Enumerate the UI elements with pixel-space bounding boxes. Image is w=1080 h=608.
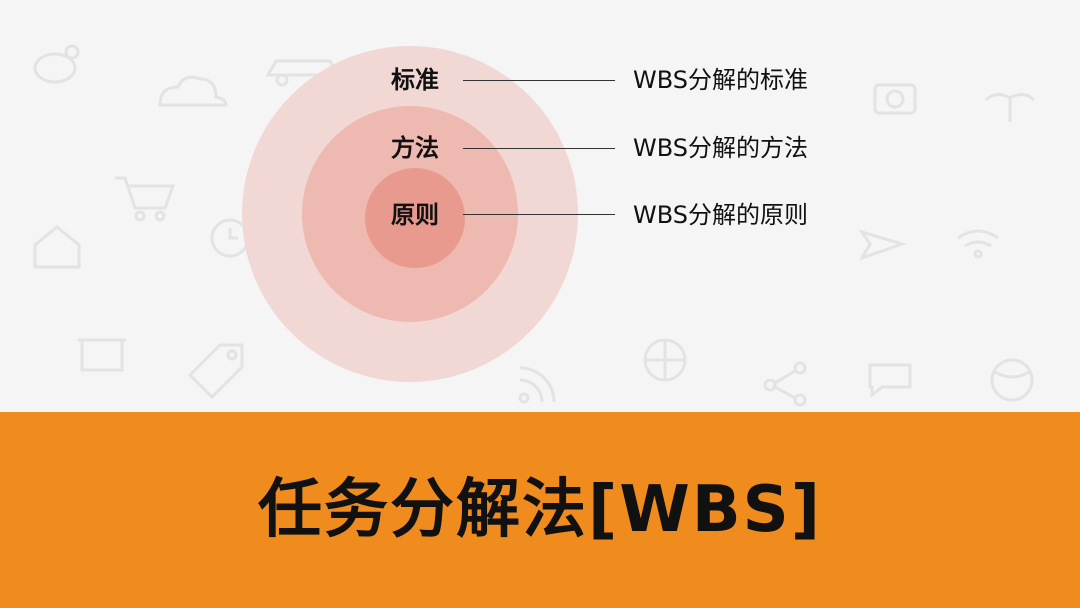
description-standard: WBS分解的标准 [633, 66, 809, 94]
leader-line-principle [463, 214, 615, 215]
house-icon [33, 225, 81, 269]
description-method: WBS分解的方法 [633, 134, 809, 162]
ring-label-standard: 标准 [391, 66, 439, 94]
ring-label-principle: 原则 [391, 201, 439, 229]
wifi-icon [957, 229, 999, 259]
paper-plane-icon [858, 229, 907, 261]
cloud-icon [158, 75, 228, 107]
diagram-area: 标准 方法 原则 WBS分解的标准 WBS分解的方法 WBS分解的原则 [0, 0, 1080, 412]
camera-icon [873, 83, 917, 115]
share-icon [763, 361, 807, 407]
ring-label-method: 方法 [391, 134, 439, 162]
leader-line-method [463, 148, 615, 149]
ball-icon [990, 358, 1034, 402]
leader-line-standard [463, 80, 615, 81]
pot-icon [78, 338, 126, 372]
weibo-icon [33, 44, 80, 84]
shopping-cart-icon [115, 176, 176, 222]
palm-icon [984, 93, 1036, 122]
globe-icon [643, 338, 687, 382]
description-principle: WBS分解的原则 [633, 201, 809, 229]
rss-icon [518, 366, 556, 404]
title-banner: 任务分解法[WBS] [0, 412, 1080, 608]
page-title: 任务分解法[WBS] [258, 473, 822, 547]
chat-icon [868, 363, 912, 399]
tag-icon [187, 343, 244, 400]
